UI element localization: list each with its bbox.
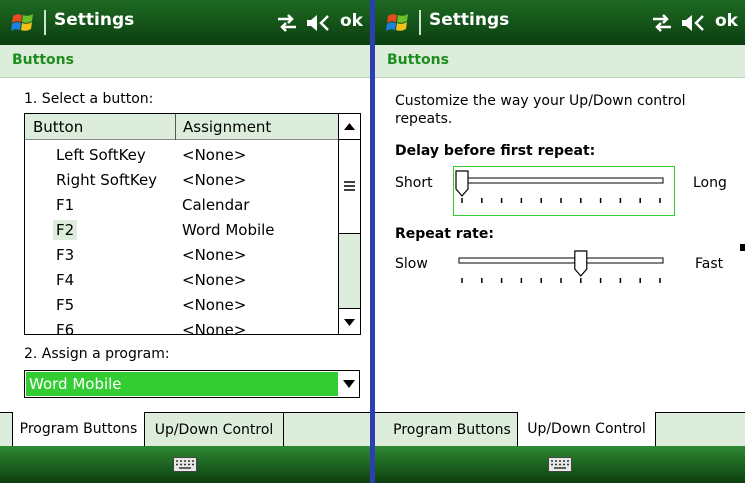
scroll-down-button[interactable] xyxy=(339,308,360,334)
list-item[interactable]: Right SoftKey <None> xyxy=(25,168,339,192)
list-scrollbar[interactable] xyxy=(338,114,360,334)
list-item-button: Right SoftKey xyxy=(56,171,158,189)
scroll-up-button[interactable] xyxy=(339,114,360,140)
slider-track[interactable] xyxy=(458,177,664,184)
volume-icon[interactable] xyxy=(680,13,706,33)
list-item-button: F4 xyxy=(56,271,75,289)
description-text: Customize the way your Up/Down control r… xyxy=(395,93,686,127)
up-down-control-screen: Settings ok Buttons Customize the way yo… xyxy=(375,0,745,483)
list-item-assignment: Word Mobile xyxy=(182,221,275,239)
button-list[interactable]: Button Assignment Left SoftKey <None> Ri… xyxy=(24,113,361,335)
slider-thumb[interactable] xyxy=(455,170,469,197)
edge-marker xyxy=(740,244,745,251)
list-item-assignment: <None> xyxy=(182,321,247,335)
title-separator xyxy=(44,10,46,35)
list-item-button: F2 xyxy=(53,220,78,240)
delay-max-label: Long xyxy=(693,175,727,191)
program-dropdown-value: Word Mobile xyxy=(26,372,338,396)
tab-program-buttons[interactable]: Program Buttons xyxy=(12,412,145,447)
list-item-selected[interactable]: F2 Word Mobile xyxy=(25,218,339,242)
list-item[interactable]: F3 <None> xyxy=(25,243,339,267)
tab-strip: Program Buttons Up/Down Control xyxy=(0,412,370,447)
rate-slider[interactable] xyxy=(453,246,675,296)
delay-label: Delay before first repeat: xyxy=(395,143,596,159)
rate-label: Repeat rate: xyxy=(395,226,494,242)
dropdown-arrow-icon xyxy=(343,380,355,388)
delay-min-label: Short xyxy=(395,175,433,191)
volume-icon[interactable] xyxy=(305,13,331,33)
list-item-assignment: <None> xyxy=(182,271,247,289)
page-title: Buttons xyxy=(387,52,449,68)
connectivity-icon[interactable] xyxy=(651,13,673,33)
column-header-assignment[interactable]: Assignment xyxy=(183,118,271,136)
list-item[interactable]: F6 <None> xyxy=(25,318,339,335)
list-item-button: F5 xyxy=(56,296,75,314)
tab-program-buttons[interactable]: Program Buttons xyxy=(387,412,518,447)
tab-up-down-control[interactable]: Up/Down Control xyxy=(517,412,656,447)
rate-min-label: Slow xyxy=(395,256,428,272)
scroll-thumb[interactable] xyxy=(339,140,360,234)
slider-track[interactable] xyxy=(458,257,664,264)
title-bar: Settings ok xyxy=(375,0,745,45)
title-separator xyxy=(419,10,421,35)
windows-start-icon[interactable] xyxy=(385,10,411,36)
list-item-assignment: Calendar xyxy=(182,196,250,214)
slider-thumb[interactable] xyxy=(574,250,588,277)
connectivity-icon[interactable] xyxy=(276,13,298,33)
list-header: Button Assignment xyxy=(25,114,339,140)
list-item[interactable]: F4 <None> xyxy=(25,268,339,292)
scroll-up-icon xyxy=(344,123,355,130)
column-header-button[interactable]: Button xyxy=(33,118,83,136)
program-buttons-screen: Settings ok Buttons 1. Select a button: … xyxy=(0,0,370,483)
select-button-label: 1. Select a button: xyxy=(24,91,154,107)
program-dropdown[interactable]: Word Mobile xyxy=(24,370,360,398)
windows-start-icon[interactable] xyxy=(10,10,36,36)
list-item-button: Left SoftKey xyxy=(56,146,146,164)
ok-button[interactable]: ok xyxy=(340,11,363,31)
keyboard-icon[interactable] xyxy=(173,457,197,472)
keyboard-icon[interactable] xyxy=(548,457,572,472)
delay-slider[interactable] xyxy=(453,166,675,216)
list-item-assignment: <None> xyxy=(182,146,247,164)
menu-bar xyxy=(0,446,370,483)
list-item-button: F1 xyxy=(56,196,75,214)
page-header: Buttons xyxy=(0,45,370,78)
list-item-assignment: <None> xyxy=(182,296,247,314)
app-title: Settings xyxy=(429,10,510,30)
page-title: Buttons xyxy=(12,52,74,68)
column-separator xyxy=(175,114,176,140)
title-bar: Settings ok xyxy=(0,0,370,45)
list-item[interactable]: F5 <None> xyxy=(25,293,339,317)
app-title: Settings xyxy=(54,10,135,30)
list-item-button: F3 xyxy=(56,246,75,264)
list-item[interactable]: Left SoftKey <None> xyxy=(25,143,339,167)
page-header: Buttons xyxy=(375,45,745,78)
list-item-assignment: <None> xyxy=(182,171,247,189)
tab-up-down-control[interactable]: Up/Down Control xyxy=(145,412,284,447)
ok-button[interactable]: ok xyxy=(715,11,738,31)
scroll-grip-icon xyxy=(344,181,355,191)
scroll-down-icon xyxy=(344,319,355,326)
tab-strip: Program Buttons Up/Down Control xyxy=(375,412,745,447)
list-item-button: F6 xyxy=(56,321,75,335)
rate-max-label: Fast xyxy=(695,256,724,272)
menu-bar xyxy=(375,446,745,483)
list-item-assignment: <None> xyxy=(182,246,247,264)
list-item[interactable]: F1 Calendar xyxy=(25,193,339,217)
assign-program-label: 2. Assign a program: xyxy=(24,346,170,362)
